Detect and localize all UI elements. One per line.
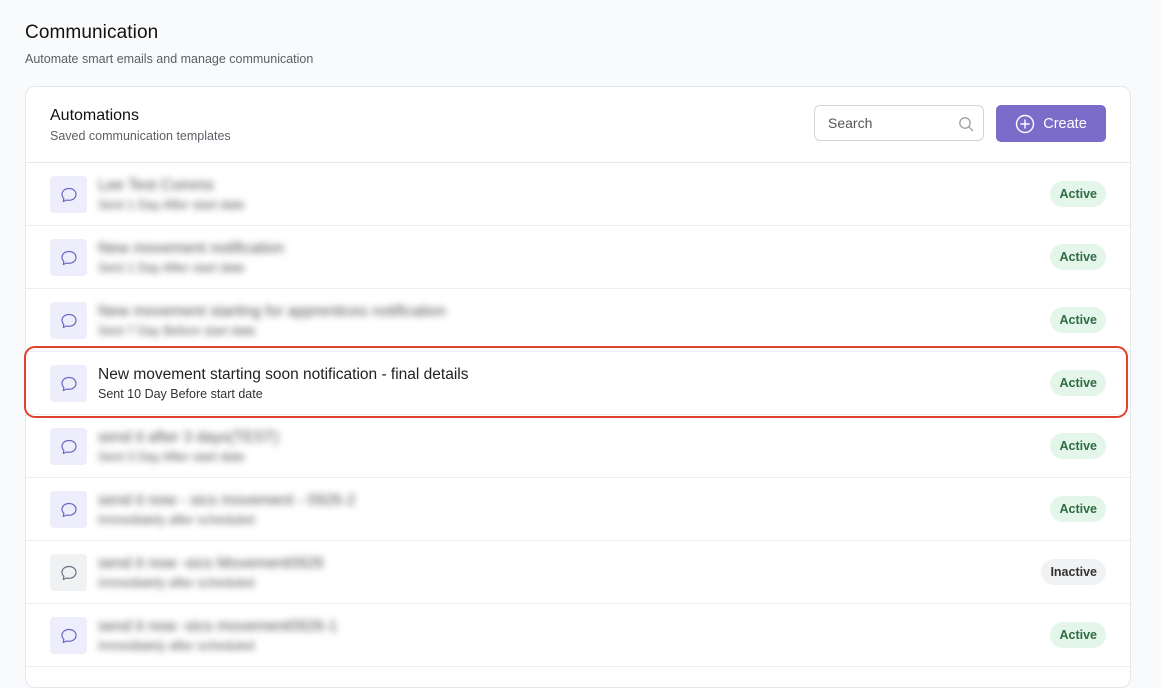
automation-row[interactable]: send it now -sics Movement0926 Immediatel… bbox=[26, 541, 1130, 604]
automation-schedule: Sent 1 Day After start date bbox=[98, 261, 245, 275]
automation-schedule: Sent 1 Day After start date bbox=[98, 198, 245, 212]
automations-panel: Automations Saved communication template… bbox=[25, 86, 1131, 688]
automation-row[interactable]: send it now -sics movement0926-1 Immediat… bbox=[26, 604, 1130, 667]
panel-subtitle: Saved communication templates bbox=[50, 129, 231, 143]
automation-row[interactable]: New movement starting for apprentices no… bbox=[26, 289, 1130, 352]
chat-bubble-icon bbox=[50, 491, 87, 528]
automation-title: Lee Test Comms bbox=[98, 177, 215, 194]
chat-bubble-icon bbox=[50, 176, 87, 213]
automation-row[interactable]: New movement starting soon notification … bbox=[26, 352, 1130, 415]
chat-bubble-icon bbox=[50, 428, 87, 465]
chat-bubble-icon bbox=[50, 365, 87, 402]
automation-title: New movement starting for apprentices no… bbox=[98, 303, 447, 320]
automation-row[interactable]: Lee Test Comms Sent 1 Day After start dat… bbox=[26, 163, 1130, 226]
automation-title: send it now -sics movement0926-1 bbox=[98, 618, 338, 635]
page-subtitle: Automate smart emails and manage communi… bbox=[25, 52, 314, 66]
status-badge: Active bbox=[1050, 244, 1106, 270]
automation-title: New movement notification bbox=[98, 240, 285, 257]
automation-title: send it now -sics Movement0926 bbox=[98, 555, 324, 572]
status-badge: Inactive bbox=[1041, 559, 1106, 585]
automation-row[interactable]: send it now - sics movement - 0926-2 Imme… bbox=[26, 478, 1130, 541]
automation-row[interactable]: send it after 3 days(TEST) Sent 3 Day Aft… bbox=[26, 415, 1130, 478]
automation-row[interactable]: New movement notification Sent 1 Day Afte… bbox=[26, 226, 1130, 289]
status-badge: Active bbox=[1050, 370, 1106, 396]
chat-bubble-icon bbox=[50, 239, 87, 276]
panel-title: Automations bbox=[50, 107, 139, 124]
create-button-label: Create bbox=[1043, 115, 1087, 132]
create-button[interactable]: Create bbox=[996, 105, 1106, 142]
automation-title: New movement starting soon notification … bbox=[98, 366, 469, 383]
chat-bubble-icon bbox=[50, 617, 87, 654]
automation-title: send it after 3 days(TEST) bbox=[98, 429, 279, 446]
status-badge: Active bbox=[1050, 181, 1106, 207]
status-badge: Active bbox=[1050, 496, 1106, 522]
automation-schedule: Sent 10 Day Before start date bbox=[98, 387, 263, 401]
status-badge: Active bbox=[1050, 433, 1106, 459]
search-input[interactable] bbox=[826, 114, 950, 132]
chat-bubble-icon bbox=[50, 302, 87, 339]
plus-circle-icon bbox=[1016, 114, 1035, 133]
search-icon[interactable] bbox=[958, 116, 974, 132]
automation-schedule: Sent 7 Day Before start date bbox=[98, 324, 256, 338]
automation-title: send it now - sics movement - 0926-2 bbox=[98, 492, 356, 509]
status-badge: Active bbox=[1050, 307, 1106, 333]
search-box[interactable] bbox=[814, 105, 984, 141]
page-title: Communication bbox=[25, 22, 159, 43]
automation-schedule: Immediately after scheduled bbox=[98, 576, 255, 590]
automation-schedule: Sent 3 Day After start date bbox=[98, 450, 245, 464]
page-header: Communication Automate smart emails and … bbox=[25, 22, 313, 66]
chat-bubble-icon bbox=[50, 554, 87, 591]
status-badge: Active bbox=[1050, 622, 1106, 648]
panel-header: Automations Saved communication template… bbox=[26, 87, 1130, 163]
automation-schedule: Immediately after scheduled bbox=[98, 513, 255, 527]
automation-schedule: Immediately after scheduled bbox=[98, 639, 255, 653]
